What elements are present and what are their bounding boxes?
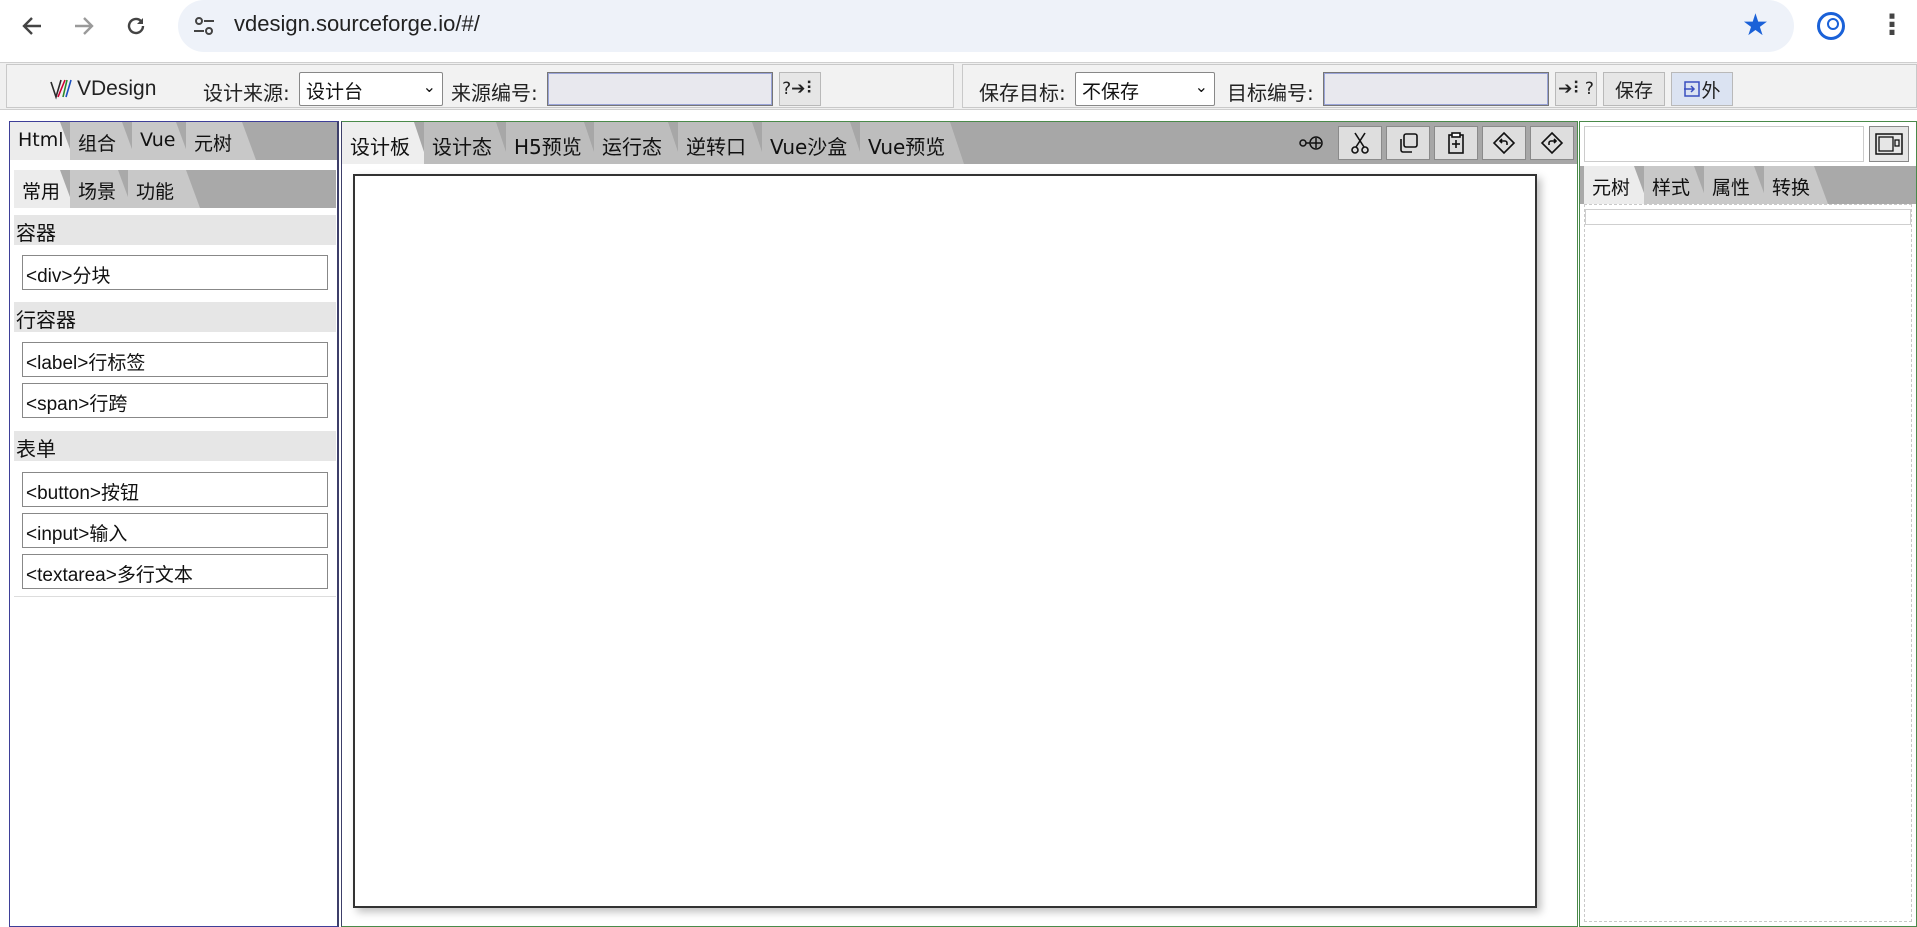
tab-vue-preview[interactable]: Vue预览 (860, 122, 964, 164)
tab-design-board[interactable]: 设计板 (342, 122, 428, 164)
tab-vue[interactable]: Vue (132, 122, 190, 160)
subtab-common[interactable]: 常用 (14, 170, 74, 208)
reload-icon[interactable] (118, 8, 154, 44)
target-id-input[interactable] (1323, 72, 1549, 106)
tab-design-state[interactable]: 设计态 (424, 122, 510, 164)
logo-text: VDesign (77, 77, 157, 100)
tab-reverse-port[interactable]: 逆转口 (678, 122, 766, 164)
subtab-function[interactable]: 功能 (128, 170, 200, 208)
forward-icon[interactable] (66, 8, 102, 44)
design-canvas[interactable] (353, 174, 1537, 908)
palette-item-input[interactable]: <input>输入 (22, 513, 328, 548)
chevron-down-icon: ⌄ (1194, 77, 1208, 96)
source-id-label: 来源编号: (451, 81, 538, 105)
copy-icon[interactable] (1386, 126, 1430, 160)
app-toolbar: VDesign 设计来源: 设计台 ⌄ 来源编号: ?➔⠇ 保存目标: 不保存 … (0, 62, 1917, 110)
section-inline-container: 行容器 (14, 302, 336, 332)
menu-kebab-icon[interactable]: ⋮ (1878, 8, 1906, 42)
export-icon (1684, 81, 1701, 97)
vdesign-logo-icon (50, 79, 72, 100)
target-help-button[interactable]: ➔⠇? (1555, 72, 1597, 106)
divider (14, 596, 336, 597)
target-select[interactable]: 不保存 ⌄ (1075, 72, 1215, 106)
inspector-tabs: 元树 样式 属性 转换 (1580, 166, 1916, 204)
cut-icon[interactable] (1338, 126, 1382, 160)
palette-item-div[interactable]: <div>分块 (22, 255, 328, 290)
palette-item-button[interactable]: <button>按钮 (22, 472, 328, 507)
browser-chrome: vdesign.sourceforge.io/#/ ★ ⋮ (0, 0, 1917, 52)
tab-element-tree[interactable]: 元树 (1584, 166, 1648, 204)
locate-icon[interactable] (1290, 126, 1334, 160)
paste-icon[interactable] (1434, 126, 1478, 160)
tab-element-tree[interactable]: 元树 (186, 122, 256, 160)
tab-style[interactable]: 样式 (1644, 166, 1708, 204)
palette-subtabs: 常用 场景 功能 (14, 170, 336, 208)
subtab-scene[interactable]: 场景 (70, 170, 132, 208)
design-tabs: 设计板 设计态 H5预览 运行态 逆转口 Vue沙盒 Vue预览 (342, 122, 1577, 164)
undo-icon[interactable] (1482, 126, 1526, 160)
palette-item-span[interactable]: <span>行跨 (22, 383, 328, 418)
source-id-input[interactable] (547, 72, 773, 106)
source-select[interactable]: 设计台 ⌄ (299, 72, 443, 106)
app-logo: VDesign (49, 77, 156, 101)
section-form: 表单 (14, 431, 336, 461)
inspector-search-input[interactable] (1584, 126, 1864, 162)
url-text[interactable]: vdesign.sourceforge.io/#/ (234, 11, 480, 37)
design-area: 设计板 设计态 H5预览 运行态 逆转口 Vue沙盒 Vue预览 (341, 121, 1578, 927)
source-select-value: 设计台 (306, 81, 364, 103)
target-group: 保存目标: 不保存 ⌄ 目标编号: ➔⠇? 保存 外 (962, 64, 1917, 108)
palette-tabs: Html 组合 Vue 元树 (10, 122, 337, 160)
tab-html[interactable]: Html (10, 122, 74, 160)
monitor-icon[interactable] (1869, 126, 1909, 162)
tab-runtime[interactable]: 运行态 (594, 122, 682, 164)
redo-icon[interactable] (1530, 126, 1574, 160)
target-id-label: 目标编号: (1227, 81, 1314, 105)
source-label: 设计来源: (203, 81, 290, 105)
section-container: 容器 (14, 215, 336, 245)
component-palette: Html 组合 Vue 元树 常用 场景 功能 容器 <div>分块 行容器 <… (9, 121, 339, 927)
chevron-down-icon: ⌄ (422, 77, 436, 96)
target-label: 保存目标: (979, 81, 1066, 105)
target-select-value: 不保存 (1082, 81, 1140, 103)
bookmark-star-icon[interactable]: ★ (1742, 8, 1769, 43)
tab-vue-sandbox[interactable]: Vue沙盒 (762, 122, 864, 164)
external-button[interactable]: 外 (1671, 72, 1733, 106)
palette-item-label[interactable]: <label>行标签 (22, 342, 328, 377)
site-settings-icon[interactable] (192, 14, 216, 38)
back-icon[interactable] (14, 8, 50, 44)
inspector-body (1584, 204, 1912, 922)
address-bar[interactable]: vdesign.sourceforge.io/#/ (178, 0, 1794, 52)
tab-convert[interactable]: 转换 (1764, 166, 1828, 204)
inspector-panel: 元树 样式 属性 转换 (1579, 121, 1917, 927)
inspector-strip (1585, 209, 1911, 225)
profile-icon[interactable] (1817, 12, 1845, 40)
tab-combo[interactable]: 组合 (70, 122, 136, 160)
source-group: VDesign 设计来源: 设计台 ⌄ 来源编号: ?➔⠇ (6, 64, 954, 108)
source-help-button[interactable]: ?➔⠇ (779, 72, 821, 106)
tab-h5-preview[interactable]: H5预览 (506, 122, 598, 164)
palette-item-textarea[interactable]: <textarea>多行文本 (22, 554, 328, 589)
save-button[interactable]: 保存 (1603, 72, 1665, 106)
tab-attributes[interactable]: 属性 (1704, 166, 1768, 204)
external-button-label: 外 (1701, 79, 1721, 102)
